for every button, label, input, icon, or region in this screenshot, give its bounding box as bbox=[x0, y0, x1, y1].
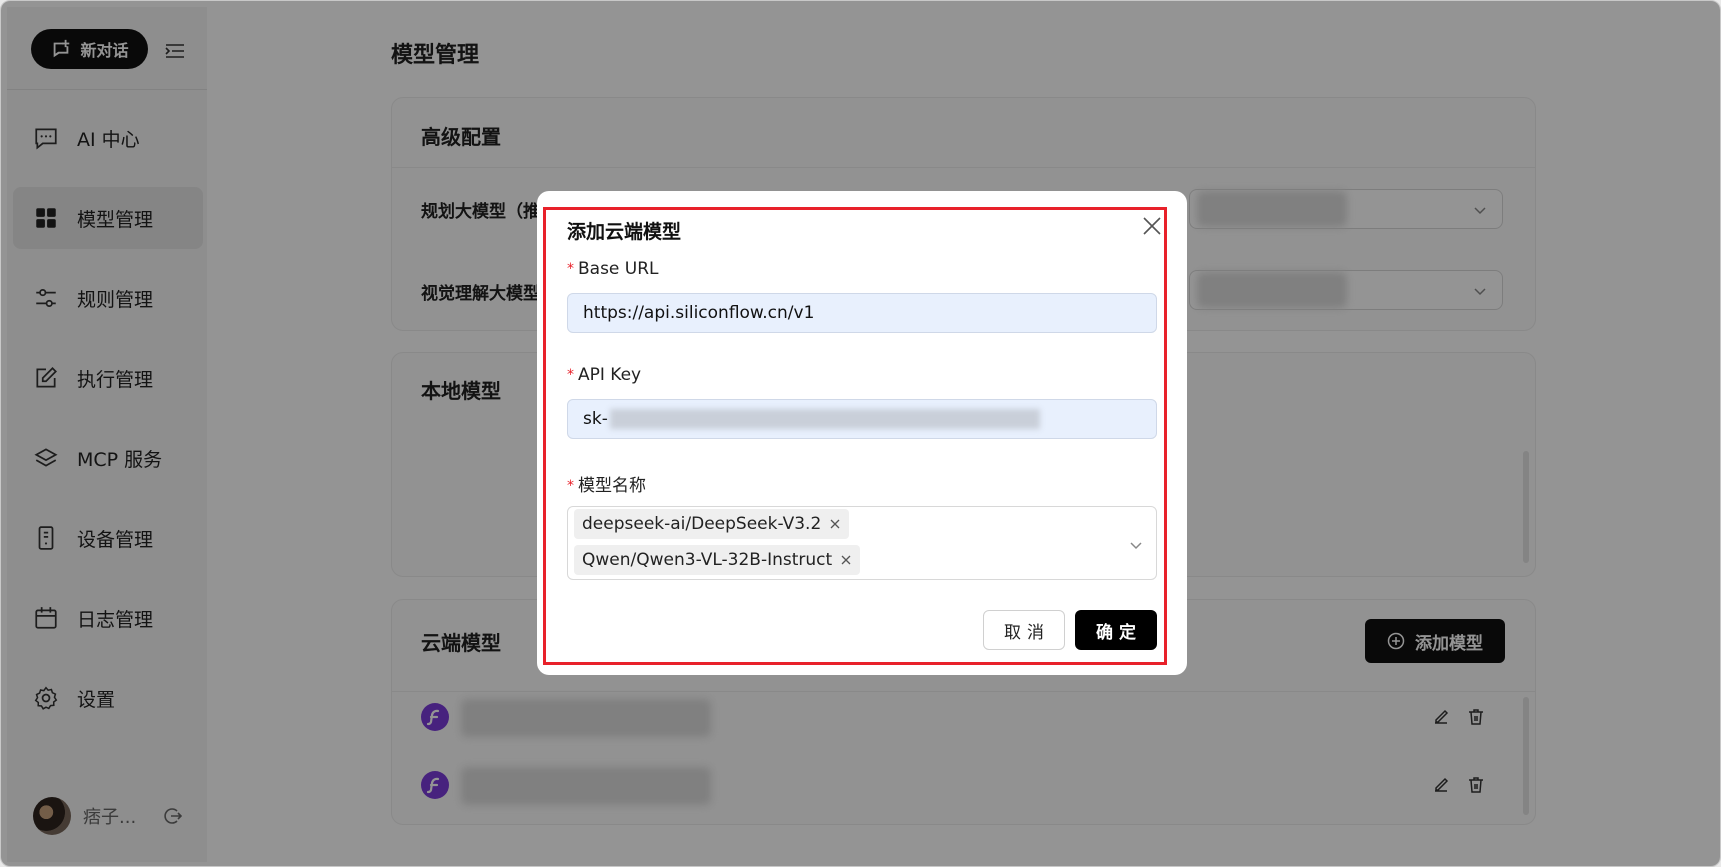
cancel-button[interactable]: 取消 bbox=[983, 610, 1065, 650]
api-key-label: * API Key bbox=[567, 365, 642, 385]
remove-tag-icon[interactable] bbox=[840, 554, 852, 566]
required-mark: * bbox=[567, 261, 574, 277]
selected-model-tag: Qwen/Qwen3-VL-32B-Instruct bbox=[574, 545, 861, 575]
required-mark: * bbox=[567, 367, 574, 383]
base-url-input[interactable]: https://api.siliconflow.cn/v1 bbox=[567, 293, 1157, 333]
model-name-label: * 模型名称 bbox=[567, 476, 646, 496]
confirm-button[interactable]: 确定 bbox=[1075, 610, 1157, 650]
dialog-title: 添加云端模型 bbox=[567, 221, 682, 243]
required-mark: * bbox=[567, 478, 574, 494]
selected-model-tag: deepseek-ai/DeepSeek-V3.2 bbox=[574, 509, 850, 539]
close-icon[interactable] bbox=[1141, 215, 1163, 237]
model-name-multiselect[interactable]: deepseek-ai/DeepSeek-V3.2 Qwen/Qwen3-VL-… bbox=[567, 506, 1157, 580]
remove-tag-icon[interactable] bbox=[829, 518, 841, 530]
masked-api-key bbox=[609, 409, 1040, 429]
api-key-input[interactable]: sk- bbox=[567, 399, 1157, 439]
chevron-down-icon[interactable] bbox=[1128, 537, 1144, 553]
app-window: 新对话 AI 中心 模型管理 规则管理 执行管理 MCP 服务 设备管理 日志管… bbox=[0, 0, 1721, 867]
base-url-label: * Base URL bbox=[567, 259, 659, 279]
